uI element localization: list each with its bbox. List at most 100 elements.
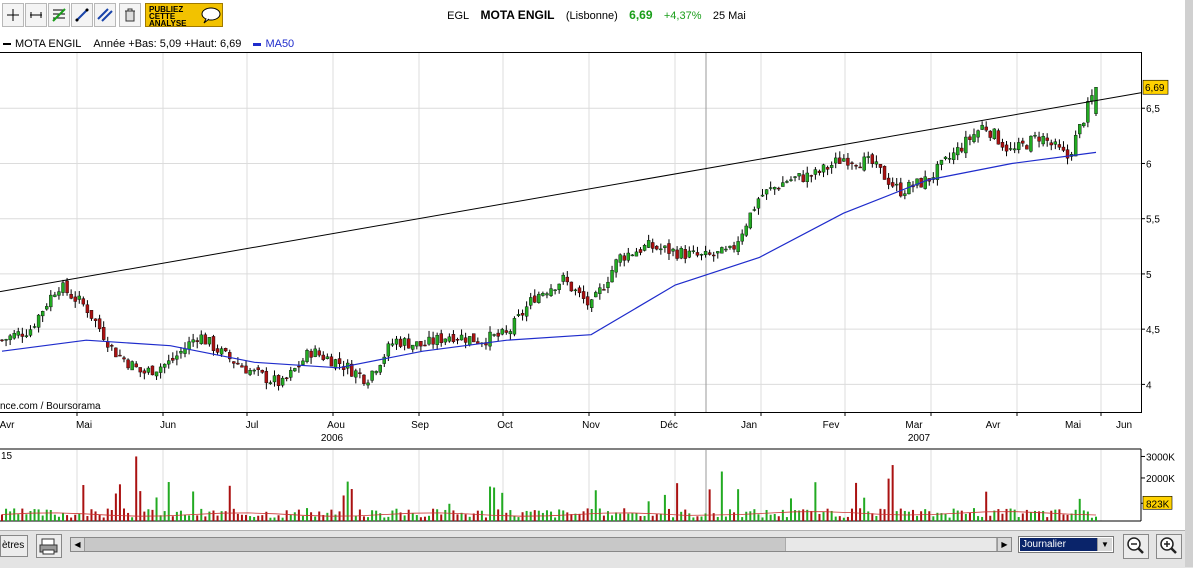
horizontal-scrollbar[interactable]: ◀ ▶ bbox=[70, 537, 1012, 552]
candle-body bbox=[630, 254, 635, 257]
volume-bar bbox=[240, 514, 243, 521]
candle-body bbox=[748, 212, 753, 229]
volume-bar bbox=[667, 508, 670, 521]
candle-body bbox=[0, 339, 4, 342]
volume-bar bbox=[358, 509, 361, 521]
volume-bar bbox=[289, 514, 292, 521]
x-tick-label: Oct bbox=[497, 420, 513, 431]
volume-bar bbox=[773, 513, 776, 521]
interval-select[interactable]: Journalier ▼ bbox=[1018, 536, 1114, 553]
x-tick-label: Mai bbox=[76, 420, 92, 431]
scroll-right-icon[interactable]: ▶ bbox=[997, 538, 1011, 551]
candle-body bbox=[598, 287, 602, 294]
volume-bar bbox=[802, 509, 805, 521]
volume-bar bbox=[1025, 509, 1028, 521]
candle-body bbox=[1021, 140, 1025, 144]
candle-body bbox=[4, 339, 8, 341]
candle-body bbox=[951, 152, 956, 160]
volume-bar bbox=[493, 487, 496, 521]
volume-bar bbox=[102, 517, 105, 521]
volume-bar bbox=[867, 511, 870, 521]
volume-bar bbox=[9, 511, 12, 521]
bottom-bar: ètres ◀ ▶ bbox=[0, 530, 1193, 568]
volume-bar bbox=[342, 495, 345, 521]
volume-bar bbox=[647, 501, 650, 521]
volume-bar bbox=[749, 511, 752, 521]
volume-bar bbox=[415, 515, 418, 521]
volume-bar bbox=[907, 511, 910, 521]
candle-body bbox=[895, 183, 899, 186]
volume-bar bbox=[293, 512, 296, 521]
candle-body bbox=[764, 189, 769, 195]
candle-body bbox=[16, 331, 20, 336]
candle-body bbox=[874, 161, 879, 165]
volume-bar bbox=[696, 516, 699, 521]
zoom-out-icon bbox=[1127, 537, 1144, 554]
zoom-in-button[interactable] bbox=[1156, 534, 1182, 559]
candle-body bbox=[642, 245, 647, 251]
candle-body bbox=[97, 318, 102, 330]
candle-body bbox=[703, 251, 708, 256]
candle-body bbox=[411, 344, 415, 350]
candle-body bbox=[976, 130, 980, 138]
candle-body bbox=[838, 157, 842, 164]
candle-body bbox=[1017, 142, 1021, 150]
volume-bar bbox=[850, 508, 853, 521]
volume-bar bbox=[25, 514, 28, 521]
parameters-button[interactable]: ètres bbox=[0, 535, 28, 557]
candle-body bbox=[223, 348, 228, 352]
volume-bar bbox=[432, 508, 435, 521]
candle-body bbox=[683, 249, 687, 259]
candle-body bbox=[49, 294, 53, 308]
candle-body bbox=[724, 248, 728, 251]
x-tick-label: Mar bbox=[905, 420, 923, 431]
candle-body bbox=[634, 251, 639, 257]
candle-body bbox=[451, 333, 456, 342]
candle-body bbox=[663, 245, 667, 249]
candle-body bbox=[69, 294, 73, 299]
candle-body bbox=[1033, 134, 1037, 137]
candle-body bbox=[943, 156, 948, 159]
volume-bar bbox=[440, 514, 443, 521]
zoom-out-button[interactable] bbox=[1123, 534, 1149, 559]
candle-body bbox=[329, 356, 334, 367]
scrollbar-thumb[interactable] bbox=[785, 538, 997, 551]
volume-bar bbox=[566, 512, 569, 521]
candle-body bbox=[211, 336, 216, 351]
candle-body bbox=[126, 359, 130, 369]
volume-bar bbox=[598, 508, 601, 521]
candle-body bbox=[756, 198, 761, 209]
candle-body bbox=[740, 233, 744, 242]
volume-bar bbox=[663, 494, 666, 521]
scroll-left-icon[interactable]: ◀ bbox=[71, 538, 85, 551]
volume-bar bbox=[505, 512, 508, 521]
candle-body bbox=[691, 250, 696, 252]
candle-body bbox=[825, 167, 830, 170]
volume-bar bbox=[480, 510, 483, 521]
volume-bar bbox=[1029, 512, 1032, 521]
candle-body bbox=[846, 157, 850, 166]
candle-body bbox=[447, 336, 452, 342]
candle-body bbox=[638, 249, 643, 253]
chevron-down-icon[interactable]: ▼ bbox=[1097, 538, 1112, 551]
candle-body bbox=[882, 165, 887, 180]
candle-body bbox=[1065, 149, 1070, 159]
print-button[interactable] bbox=[36, 534, 62, 558]
candle-body bbox=[390, 343, 395, 346]
candle-body bbox=[720, 247, 724, 254]
volume-bar bbox=[562, 510, 565, 521]
volume-bar bbox=[1074, 509, 1077, 521]
volume-bar bbox=[1062, 514, 1065, 521]
candle-body bbox=[679, 247, 683, 259]
volume-bar bbox=[21, 508, 24, 521]
volume-bar bbox=[871, 513, 874, 521]
volume-bar bbox=[655, 514, 658, 521]
volume-bar bbox=[720, 471, 723, 521]
candle-body bbox=[402, 338, 407, 346]
volume-bar bbox=[859, 508, 862, 521]
candle-body bbox=[358, 372, 362, 374]
scrollbar-track[interactable] bbox=[85, 538, 785, 551]
volume-bar bbox=[1078, 498, 1081, 521]
volume-bar bbox=[818, 513, 821, 521]
candle-body bbox=[862, 156, 866, 171]
